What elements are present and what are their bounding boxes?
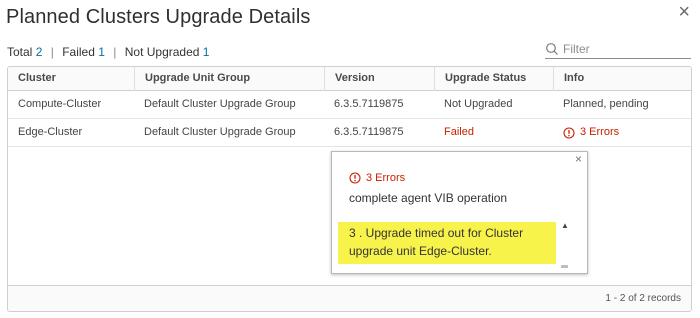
not-upgraded-label: Not Upgraded: [124, 45, 200, 59]
close-dialog-icon[interactable]: ×: [678, 2, 690, 22]
column-header-info[interactable]: Info: [553, 67, 691, 91]
total-count: 2: [35, 45, 43, 59]
errors-link-label: 3 Errors: [580, 126, 620, 138]
grid-footer: 1 - 2 of 2 records: [8, 285, 691, 311]
table-row: Edge-Cluster Default Cluster Upgrade Gro…: [8, 119, 691, 147]
total-label: Total: [7, 45, 33, 59]
popover-message-body: complete agent VIB operation 3 . Upgrade…: [332, 188, 570, 268]
column-header-upgrade-status[interactable]: Upgrade Status: [434, 67, 553, 91]
cell-version: 6.3.5.7119875: [334, 98, 404, 110]
failed-count: 1: [98, 45, 105, 59]
not-upgraded-count: 1: [202, 45, 210, 59]
popover-scrollbar[interactable]: ▲ ▼: [558, 221, 570, 268]
popover-title: 3 Errors: [366, 172, 406, 184]
cell-cluster: Compute-Cluster: [18, 98, 102, 110]
column-header-upgrade-unit-group[interactable]: Upgrade Unit Group: [134, 67, 324, 91]
error-icon: [349, 172, 361, 184]
cell-status: Not Upgraded: [444, 98, 513, 110]
scroll-up-icon[interactable]: ▲: [561, 221, 569, 230]
failed-label: Failed: [62, 45, 95, 59]
errors-link[interactable]: 3 Errors: [563, 119, 619, 146]
record-count: 1 - 2 of 2 records: [605, 293, 681, 304]
search-icon: [546, 43, 558, 55]
cell-group: Default Cluster Upgrade Group: [144, 126, 296, 138]
table-row: Compute-Cluster Default Cluster Upgrade …: [8, 91, 691, 119]
filter-input[interactable]: [563, 41, 689, 57]
separator: |: [113, 45, 117, 59]
errors-popover: × 3 Errors complete agent VIB operation …: [331, 151, 588, 274]
cell-group: Default Cluster Upgrade Group: [144, 98, 296, 110]
popover-header: 3 Errors: [349, 172, 405, 184]
cell-info: Planned, pending: [563, 98, 649, 110]
scrollbar-thumb[interactable]: [561, 265, 568, 268]
cell-info: 3 Errors: [553, 119, 691, 147]
cell-status: Failed: [444, 126, 474, 138]
filter-field[interactable]: [545, 41, 691, 59]
column-header-cluster[interactable]: Cluster: [8, 67, 134, 91]
column-header-version[interactable]: Version: [324, 67, 434, 91]
grid-header: Cluster Upgrade Unit Group Version Upgra…: [8, 67, 691, 91]
error-message-line: complete agent VIB operation: [349, 191, 508, 205]
error-message-line: 3 . Upgrade timed out for Cluster upgrad…: [349, 226, 524, 258]
close-popover-icon[interactable]: ×: [575, 152, 582, 166]
separator: |: [50, 45, 54, 59]
dialog-title: Planned Clusters Upgrade Details: [6, 6, 311, 28]
summary-bar: Total 2 | Failed 1 | Not Upgraded 1: [7, 45, 209, 59]
cell-version: 6.3.5.7119875: [334, 126, 404, 138]
cell-cluster: Edge-Cluster: [18, 126, 83, 138]
error-icon: [563, 126, 575, 139]
